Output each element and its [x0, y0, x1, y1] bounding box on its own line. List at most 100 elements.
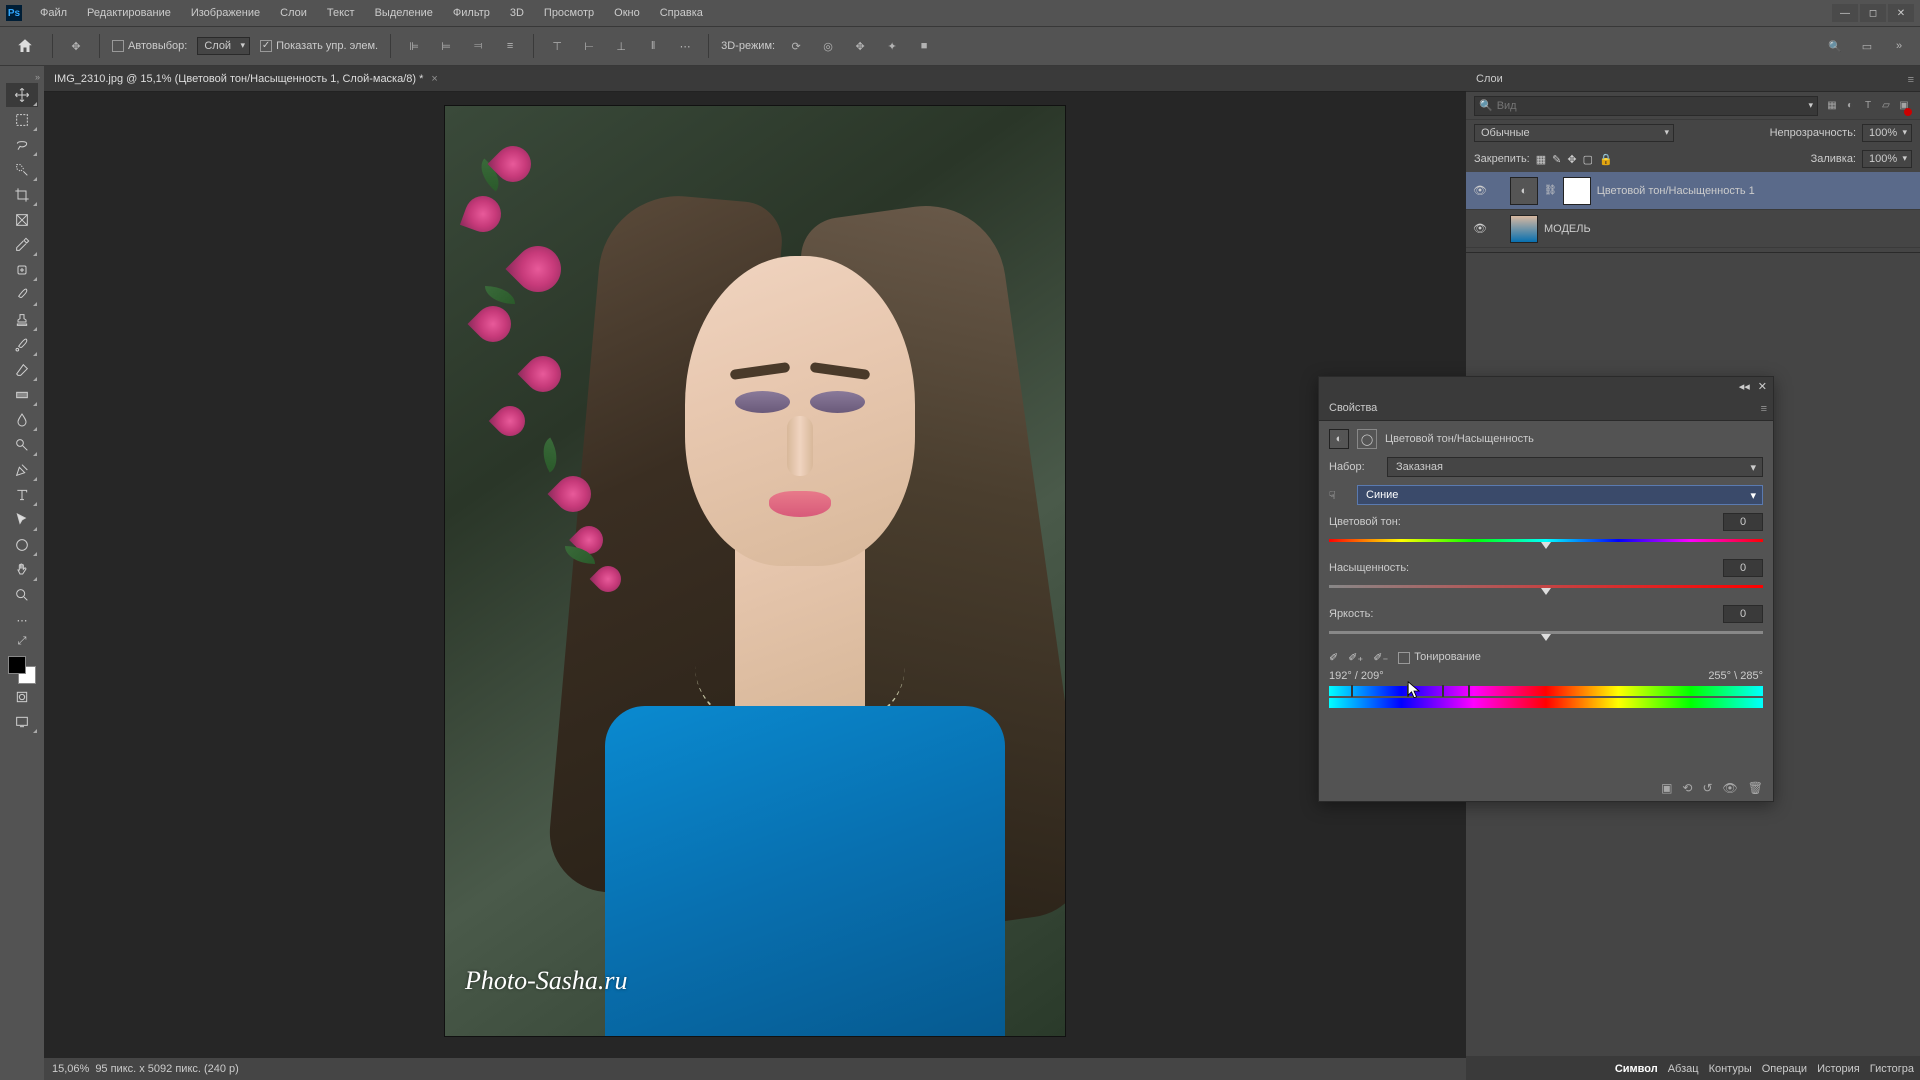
opacity-input[interactable]: 100%	[1862, 124, 1912, 142]
close-panel-icon[interactable]: ✕	[1758, 380, 1767, 393]
search-icon[interactable]: 🔍	[1824, 35, 1846, 57]
blur-tool[interactable]	[6, 408, 38, 432]
hue-range-strip-top[interactable]	[1329, 686, 1763, 696]
filter-adjust-icon[interactable]: ◐	[1842, 98, 1858, 114]
tab-character[interactable]: Символ	[1615, 1063, 1658, 1075]
saturation-slider[interactable]	[1329, 585, 1763, 591]
type-tool[interactable]	[6, 483, 38, 507]
maximize-button[interactable]: ◻	[1860, 4, 1886, 22]
eyedropper-minus-icon[interactable]: ✐₋	[1373, 651, 1388, 664]
menu-text[interactable]: Текст	[317, 0, 365, 26]
document-canvas[interactable]: Photo-Sasha.ru	[445, 106, 1065, 1036]
collapse-panel-icon[interactable]: ◂◂	[1739, 380, 1750, 393]
visibility-toggle-icon[interactable]: 👁	[1472, 183, 1488, 199]
hue-slider[interactable]	[1329, 539, 1763, 545]
document-tab-close-icon[interactable]: ×	[431, 73, 437, 85]
path-select-tool[interactable]	[6, 508, 38, 532]
layer-item-model[interactable]: 👁 МОДЕЛЬ	[1466, 210, 1920, 248]
menu-view[interactable]: Просмотр	[534, 0, 604, 26]
brush-tool[interactable]	[6, 283, 38, 307]
3d-roll-icon[interactable]: ◎	[817, 35, 839, 57]
quickmask-tool[interactable]	[6, 685, 38, 709]
align-center-icon[interactable]: ⊨	[435, 35, 457, 57]
document-tab[interactable]: IMG_2310.jpg @ 15,1% (Цветовой тон/Насыщ…	[44, 66, 1466, 92]
eyedropper-tool[interactable]	[6, 233, 38, 257]
align-middle-icon[interactable]: ⊢	[578, 35, 600, 57]
link-icon[interactable]: ⛓	[1544, 185, 1557, 196]
layer-mask-thumbnail[interactable]	[1563, 177, 1591, 205]
saturation-value[interactable]: 0	[1723, 559, 1763, 577]
menu-window[interactable]: Окно	[604, 0, 650, 26]
tab-paragraph[interactable]: Абзац	[1668, 1063, 1699, 1075]
show-controls-checkbox[interactable]: Показать упр. элем.	[260, 40, 378, 52]
3d-camera-icon[interactable]: ■	[913, 35, 935, 57]
minimize-button[interactable]: —	[1832, 4, 1858, 22]
workspace-expand-icon[interactable]: »	[1888, 35, 1910, 57]
crop-tool[interactable]	[6, 183, 38, 207]
layer-thumbnail[interactable]	[1510, 215, 1538, 243]
hue-value[interactable]: 0	[1723, 513, 1763, 531]
align-top-icon[interactable]: ⊤	[546, 35, 568, 57]
lock-all-icon[interactable]: 🔒	[1599, 153, 1613, 166]
align-left-icon[interactable]: ⊫	[403, 35, 425, 57]
move-tool[interactable]	[6, 83, 38, 107]
healing-tool[interactable]	[6, 258, 38, 282]
menu-file[interactable]: Файл	[30, 0, 77, 26]
autoselect-target-dropdown[interactable]: Слой	[197, 37, 250, 55]
lasso-tool[interactable]	[6, 133, 38, 157]
lightness-value[interactable]: 0	[1723, 605, 1763, 623]
filter-pixel-icon[interactable]: ▦	[1824, 98, 1840, 114]
menu-edit[interactable]: Редактирование	[77, 0, 181, 26]
layer-item-adjustment[interactable]: 👁 ◐ ⛓ Цветовой тон/Насыщенность 1	[1466, 172, 1920, 210]
layer-name[interactable]: Цветовой тон/Насыщенность 1	[1597, 185, 1755, 197]
align-right-icon[interactable]: ⫤	[467, 35, 489, 57]
colorize-checkbox[interactable]: Тонирование	[1398, 651, 1481, 663]
properties-panel-header[interactable]: Свойства ≡	[1319, 395, 1773, 421]
menu-image[interactable]: Изображение	[181, 0, 270, 26]
tab-actions[interactable]: Операци	[1762, 1063, 1807, 1075]
zoom-tool[interactable]	[6, 583, 38, 607]
stamp-tool[interactable]	[6, 308, 38, 332]
quick-select-tool[interactable]	[6, 158, 38, 182]
filter-toggle-icon[interactable]	[1904, 108, 1912, 116]
home-button[interactable]	[10, 31, 40, 61]
layer-filter-input[interactable]	[1497, 100, 1805, 112]
tab-histogram[interactable]: Гистогра	[1870, 1063, 1914, 1075]
eyedropper-icon[interactable]: ✐	[1329, 651, 1338, 664]
gradient-tool[interactable]	[6, 383, 38, 407]
hand-tool[interactable]	[6, 558, 38, 582]
layer-thumbnail[interactable]: ◐	[1510, 177, 1538, 205]
autoselect-checkbox[interactable]: Автовыбор:	[112, 40, 187, 52]
pen-tool[interactable]	[6, 458, 38, 482]
shape-tool[interactable]	[6, 533, 38, 557]
frame-tool[interactable]	[6, 208, 38, 232]
close-button[interactable]: ✕	[1888, 4, 1914, 22]
lock-image-icon[interactable]: ✎	[1552, 153, 1561, 166]
filter-shape-icon[interactable]: ▱	[1878, 98, 1894, 114]
history-brush-tool[interactable]	[6, 333, 38, 357]
tab-paths[interactable]: Контуры	[1709, 1063, 1752, 1075]
lightness-slider[interactable]	[1329, 631, 1763, 637]
3d-orbit-icon[interactable]: ⟳	[785, 35, 807, 57]
panel-menu-icon[interactable]: ≡	[1908, 74, 1914, 86]
menu-3d[interactable]: 3D	[500, 0, 534, 26]
collapse-toolbar-icon[interactable]: »	[35, 72, 40, 82]
layer-name[interactable]: МОДЕЛЬ	[1544, 223, 1591, 235]
previous-state-icon[interactable]: ⟲	[1682, 781, 1692, 795]
zoom-value[interactable]: 15,06%	[52, 1063, 89, 1075]
distribute-icon[interactable]: ≡	[499, 35, 521, 57]
hue-range-strip-bottom[interactable]	[1329, 698, 1763, 708]
visibility-toggle-icon[interactable]: 👁	[1472, 221, 1488, 237]
fill-input[interactable]: 100%	[1862, 150, 1912, 168]
distribute-v-icon[interactable]: ‖	[642, 35, 664, 57]
delete-adjustment-icon[interactable]: 🗑	[1748, 781, 1763, 795]
blend-mode-dropdown[interactable]: Обычные	[1474, 124, 1674, 142]
filter-type-icon[interactable]: T	[1860, 98, 1876, 114]
swap-colors-icon[interactable]: ⤢	[6, 633, 38, 649]
layers-panel-header[interactable]: Слои ≡	[1466, 66, 1920, 92]
menu-filter[interactable]: Фильтр	[443, 0, 500, 26]
workspace-layout-icon[interactable]: ▭	[1856, 35, 1878, 57]
align-bottom-icon[interactable]: ⊥	[610, 35, 632, 57]
toggle-visibility-icon[interactable]: 👁	[1723, 781, 1738, 795]
layer-filter-dropdown[interactable]: 🔍 ▾	[1474, 96, 1818, 116]
